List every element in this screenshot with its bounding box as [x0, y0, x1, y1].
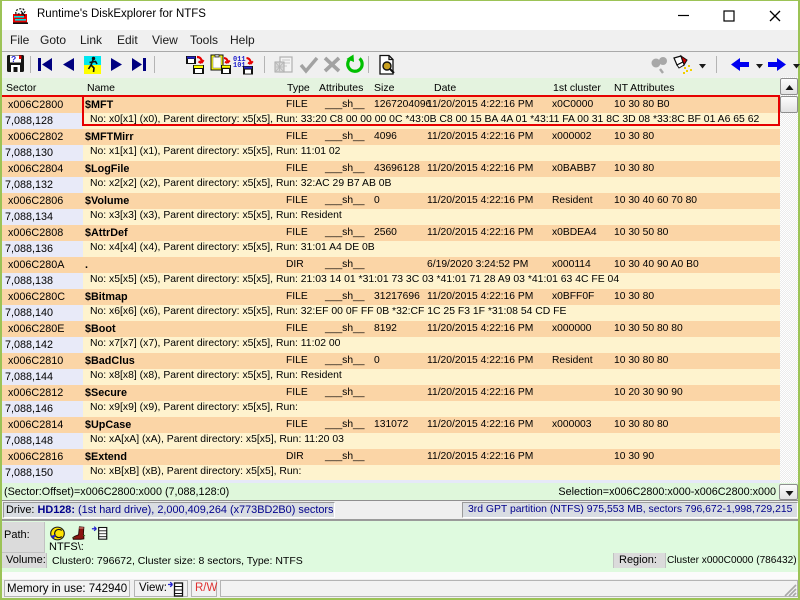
svg-text:?: ? — [11, 54, 16, 64]
